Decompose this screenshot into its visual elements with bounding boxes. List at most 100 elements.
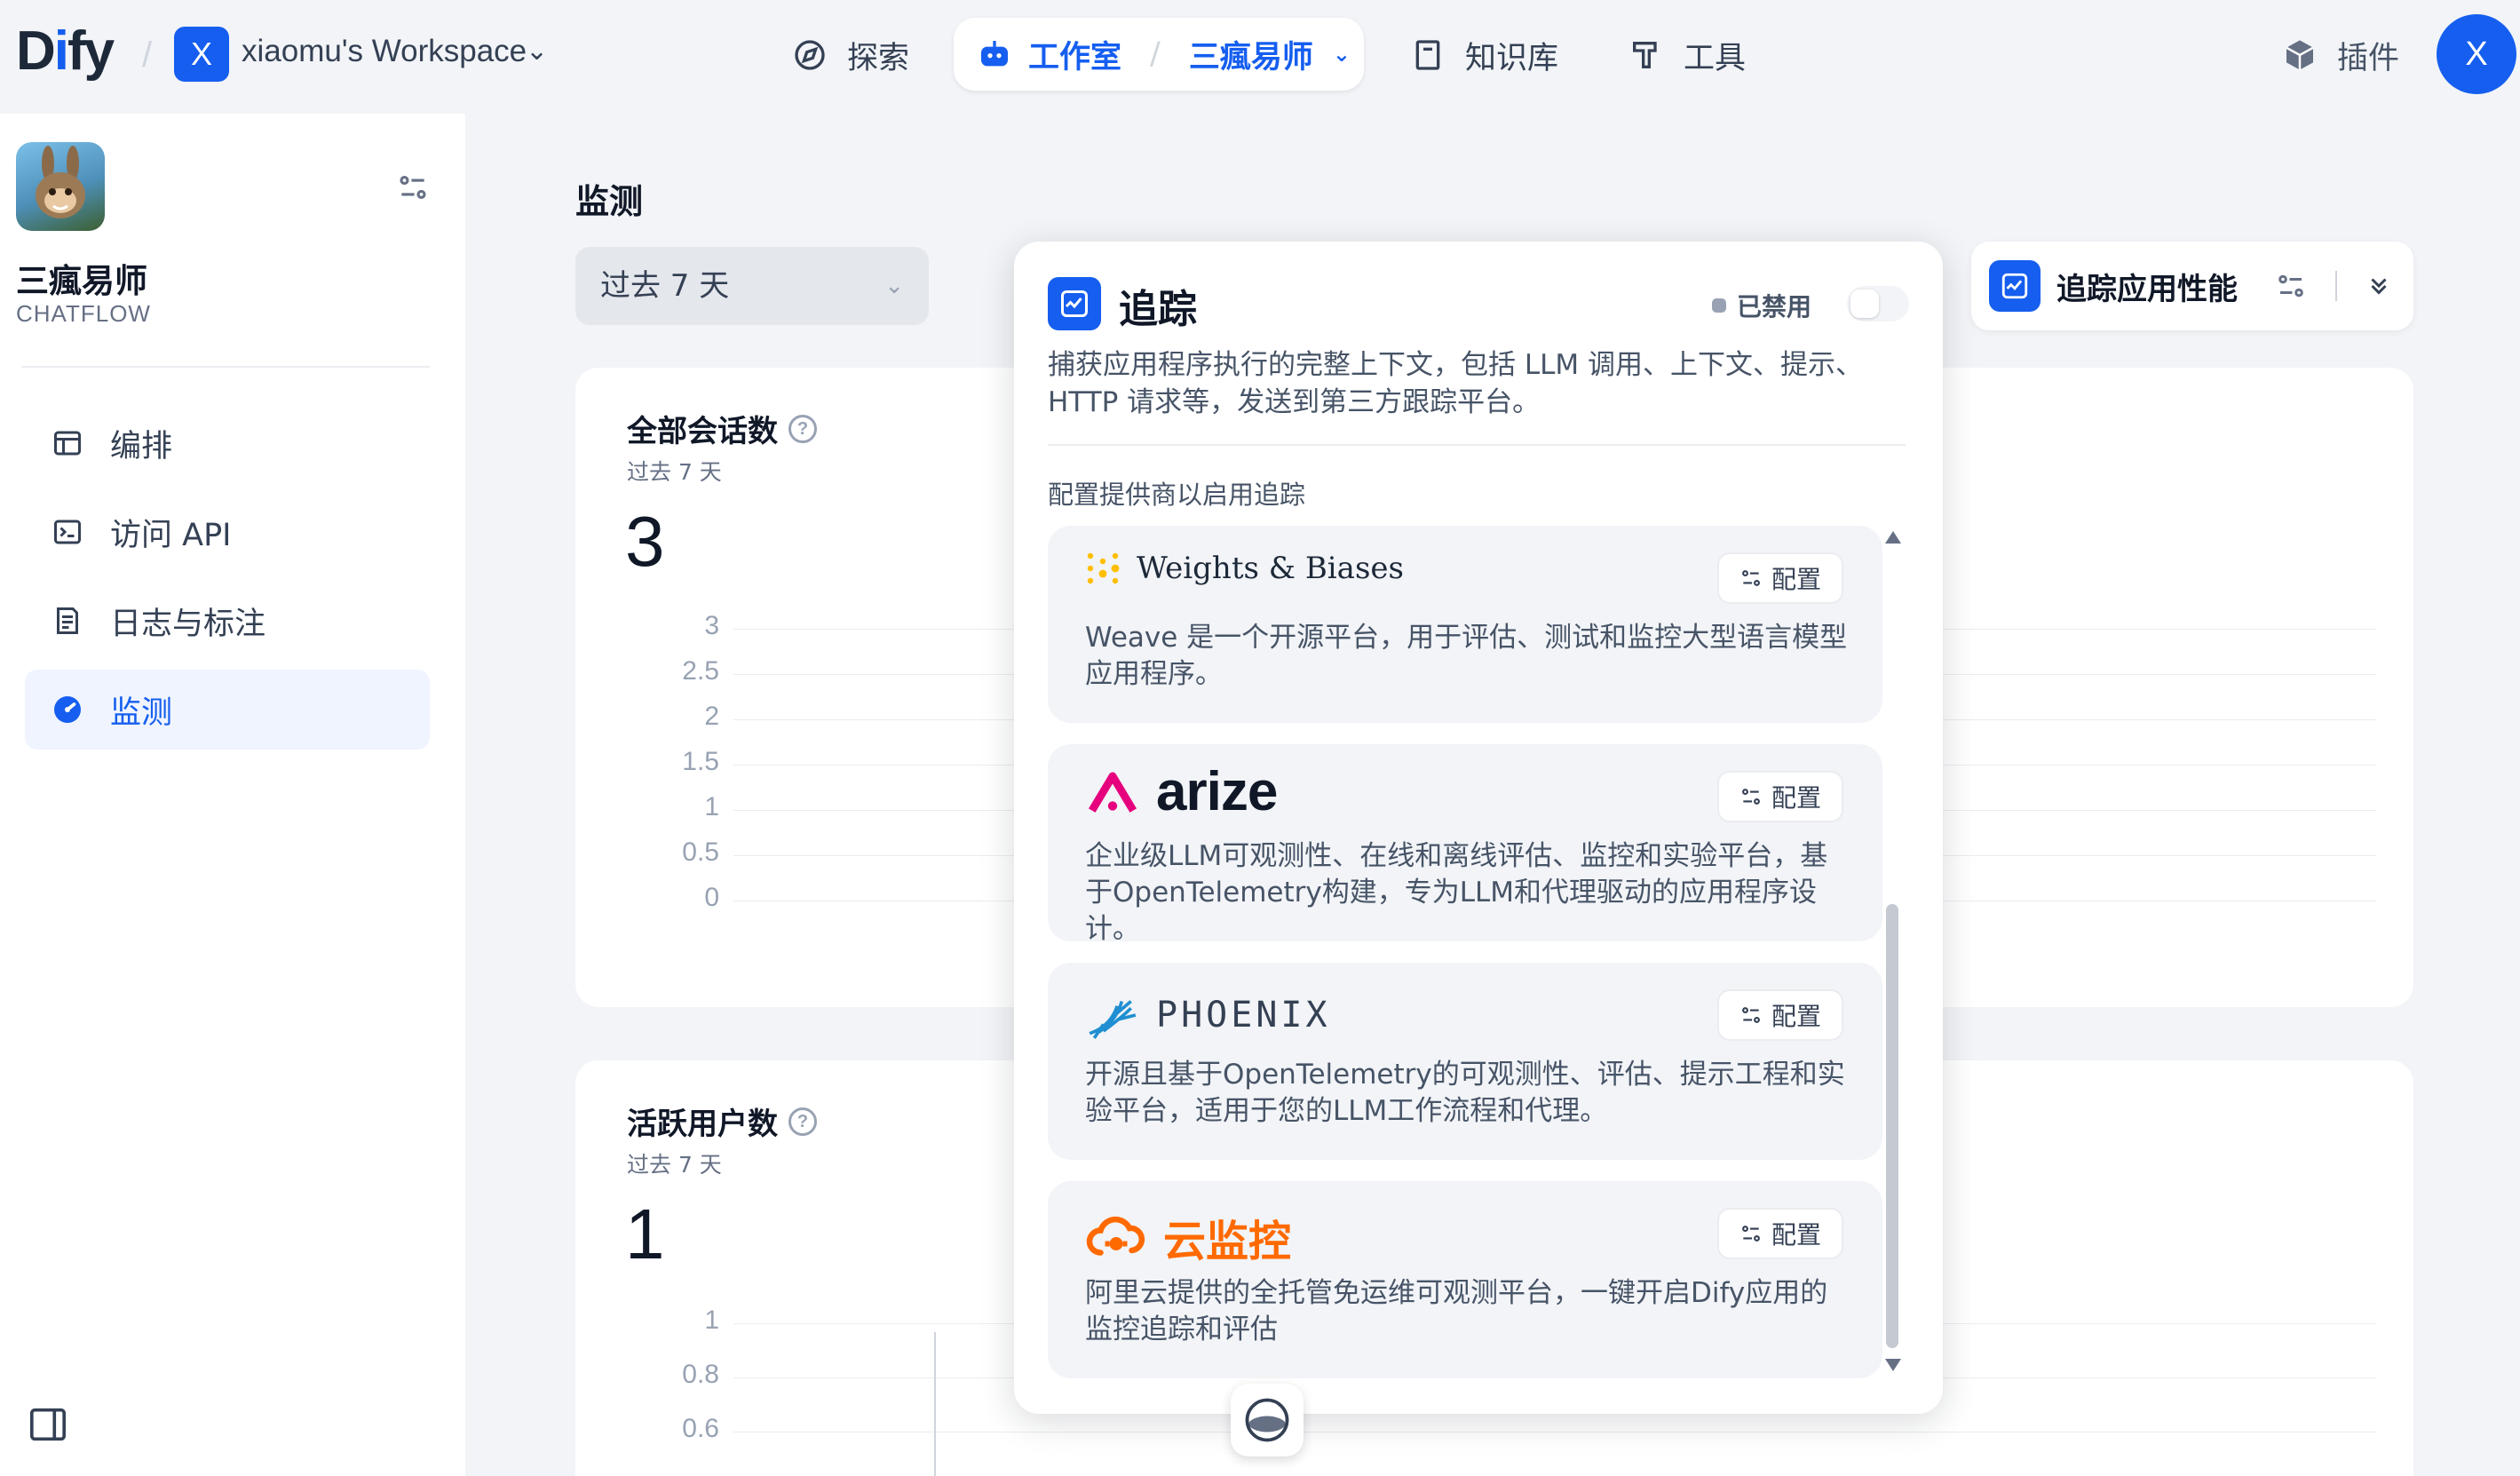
provider-name: Weights & Biases xyxy=(1137,551,1404,586)
help-icon[interactable]: ? xyxy=(788,414,817,443)
phoenix-bird-icon xyxy=(1089,1000,1137,1039)
period-select-value: 过去 7 天 xyxy=(600,268,730,304)
activity-icon xyxy=(1989,260,2041,312)
assistant-icon xyxy=(1245,1398,1289,1442)
cube-icon xyxy=(2286,40,2314,70)
configure-button[interactable]: 配置 xyxy=(1717,989,1843,1041)
card-subtitle: 过去 7 天 xyxy=(627,459,722,485)
tracing-toggle[interactable] xyxy=(1847,286,1909,321)
section-label: 配置提供商以启用追踪 xyxy=(1048,480,1306,510)
sidebar-item-label: 编排 xyxy=(110,428,173,464)
y-axis-tick: 1.5 xyxy=(682,747,719,776)
nav-plugins[interactable]: 插件 xyxy=(2282,30,2399,80)
app-name: 三瘋易师 xyxy=(16,262,147,300)
card-title-text: 活跃用户数 xyxy=(627,1107,778,1142)
y-axis-tick: 0.6 xyxy=(682,1414,719,1443)
robot-icon xyxy=(981,41,1008,67)
current-app-label[interactable]: 三瘋易师 xyxy=(1189,32,1313,77)
popup-title: 追踪 xyxy=(1119,287,1197,332)
aliyun-logo: 云监控 xyxy=(1085,1206,1291,1268)
layout-icon xyxy=(54,431,81,456)
top-navigation: Dify / X xiaomu's Workspace ⌄ 探索 工作室 / 三… xyxy=(0,0,2520,114)
provider-card-wandb: Weights & Biases 配置 Weave 是一个开源平台，用于评估、测… xyxy=(1048,526,1882,723)
status-text: 已禁用 xyxy=(1737,292,1812,321)
breadcrumb-separator: / xyxy=(1150,36,1161,72)
card-title: 活跃用户数 ? xyxy=(627,1099,817,1143)
y-axis-tick: 2.5 xyxy=(682,656,719,686)
provider-description: 阿里云提供的全托管免运维可观测平台，一键开启Dify应用的监控追踪和评估 xyxy=(1085,1277,1828,1345)
card-value: 1 xyxy=(625,1194,665,1274)
provider-card-aliyun: 云监控 配置 阿里云提供的全托管免运维可观测平台，一键开启Dify应用的监控追踪… xyxy=(1048,1181,1882,1378)
provider-name: PHOENIX xyxy=(1156,995,1331,1036)
popup-divider xyxy=(1048,444,1906,446)
app-sidebar: 三瘋易师 CHATFLOW 编排 访问 API 日志与标注 监测 xyxy=(0,114,465,1476)
provider-description: Weave 是一个开源平台，用于评估、测试和监控大型语言模型应用程序。 xyxy=(1085,622,1848,690)
provider-card-phoenix: PHOENIX 配置 开源且基于OpenTelemetry的可观测性、评估、提示… xyxy=(1048,963,1882,1160)
configure-label: 配置 xyxy=(1771,1220,1821,1250)
configure-label: 配置 xyxy=(1771,565,1821,594)
y-axis-tick: 1 xyxy=(704,1305,719,1335)
book-icon xyxy=(1415,40,1440,70)
sidebar-toggle-icon[interactable] xyxy=(28,1407,67,1442)
provider-description: 开源且基于OpenTelemetry的可观测性、评估、提示工程和实验平台，适用于… xyxy=(1085,1059,1845,1127)
scroll-down-arrow-icon[interactable] xyxy=(1885,1359,1901,1371)
scrollbar-thumb[interactable] xyxy=(1886,904,1898,1348)
nav-explore[interactable]: 探索 xyxy=(792,30,909,80)
workspace-avatar[interactable]: X xyxy=(174,27,229,82)
chevron-down-icon[interactable]: ⌄ xyxy=(526,36,548,67)
nav-knowledge-label: 知识库 xyxy=(1465,40,1559,76)
y-axis-tick: 1 xyxy=(704,792,719,821)
dify-logo[interactable]: Dify xyxy=(16,20,115,83)
terminal-icon xyxy=(54,520,81,544)
nav-tools[interactable]: 工具 xyxy=(1628,30,1746,80)
y-axis-tick: 3 xyxy=(704,611,719,640)
settings-icon[interactable] xyxy=(2275,270,2307,302)
user-avatar[interactable]: X xyxy=(2437,14,2516,94)
nav-studio-label: 工作室 xyxy=(1028,39,1122,75)
compass-icon xyxy=(795,40,825,70)
floating-assistant-button[interactable] xyxy=(1231,1384,1304,1456)
breadcrumb-separator: / xyxy=(142,36,153,75)
app-avatar-image xyxy=(36,146,85,218)
app-avatar[interactable] xyxy=(16,142,105,231)
scroll-up-arrow-icon[interactable] xyxy=(1885,531,1901,544)
chevron-down-icon: ⌄ xyxy=(884,273,904,299)
wandb-logo: Weights & Biases xyxy=(1085,551,1404,586)
card-title: 全部会话数 ? xyxy=(627,407,817,450)
app-settings-icon[interactable] xyxy=(396,171,430,204)
help-icon[interactable]: ? xyxy=(788,1107,817,1136)
configure-label: 配置 xyxy=(1771,1002,1821,1031)
period-select[interactable]: 过去 7 天 ⌄ xyxy=(575,247,929,325)
sidebar-item-logs[interactable]: 日志与标注 xyxy=(25,581,430,661)
settings-icon xyxy=(1742,1226,1760,1242)
workspace-name[interactable]: xiaomu's Workspace xyxy=(242,34,527,69)
provider-name: arize xyxy=(1156,761,1278,822)
arize-mark-icon xyxy=(1088,772,1137,813)
nav-plugins-label: 插件 xyxy=(2337,40,2400,76)
nav-knowledge[interactable]: 知识库 xyxy=(1410,30,1558,80)
y-axis-tick: 0.8 xyxy=(682,1360,719,1389)
card-subtitle: 过去 7 天 xyxy=(627,1152,722,1178)
settings-icon xyxy=(1742,789,1760,805)
status-dot-icon xyxy=(1712,298,1726,313)
double-chevron-down-icon[interactable] xyxy=(2365,273,2392,299)
sidebar-item-label: 监测 xyxy=(110,694,173,731)
sidebar-item-orchestrate[interactable]: 编排 xyxy=(25,403,430,483)
tracking-widget-label: 追踪应用性能 xyxy=(2056,271,2238,307)
sidebar-item-label: 访问 API xyxy=(110,517,232,553)
configure-button[interactable]: 配置 xyxy=(1717,771,1843,822)
sidebar-item-api[interactable]: 访问 API xyxy=(25,492,430,572)
configure-button[interactable]: 配置 xyxy=(1717,1208,1843,1259)
chart-divider xyxy=(934,1332,936,1476)
configure-button[interactable]: 配置 xyxy=(1717,552,1843,604)
nav-tools-label: 工具 xyxy=(1684,40,1747,76)
wandb-dots-icon xyxy=(1087,552,1120,584)
y-axis-tick: 2 xyxy=(704,702,719,731)
nav-studio[interactable]: 工作室 / 三瘋易师 ⌄ xyxy=(954,18,1364,91)
provider-name: 云监控 xyxy=(1163,1217,1292,1266)
sidebar-item-monitoring[interactable]: 监测 xyxy=(25,670,430,750)
y-axis-tick: 0.5 xyxy=(682,837,719,867)
settings-icon xyxy=(1742,1007,1760,1023)
chevron-down-icon[interactable]: ⌄ xyxy=(1333,42,1351,67)
tracking-widget[interactable]: 追踪应用性能 xyxy=(1971,242,2413,330)
